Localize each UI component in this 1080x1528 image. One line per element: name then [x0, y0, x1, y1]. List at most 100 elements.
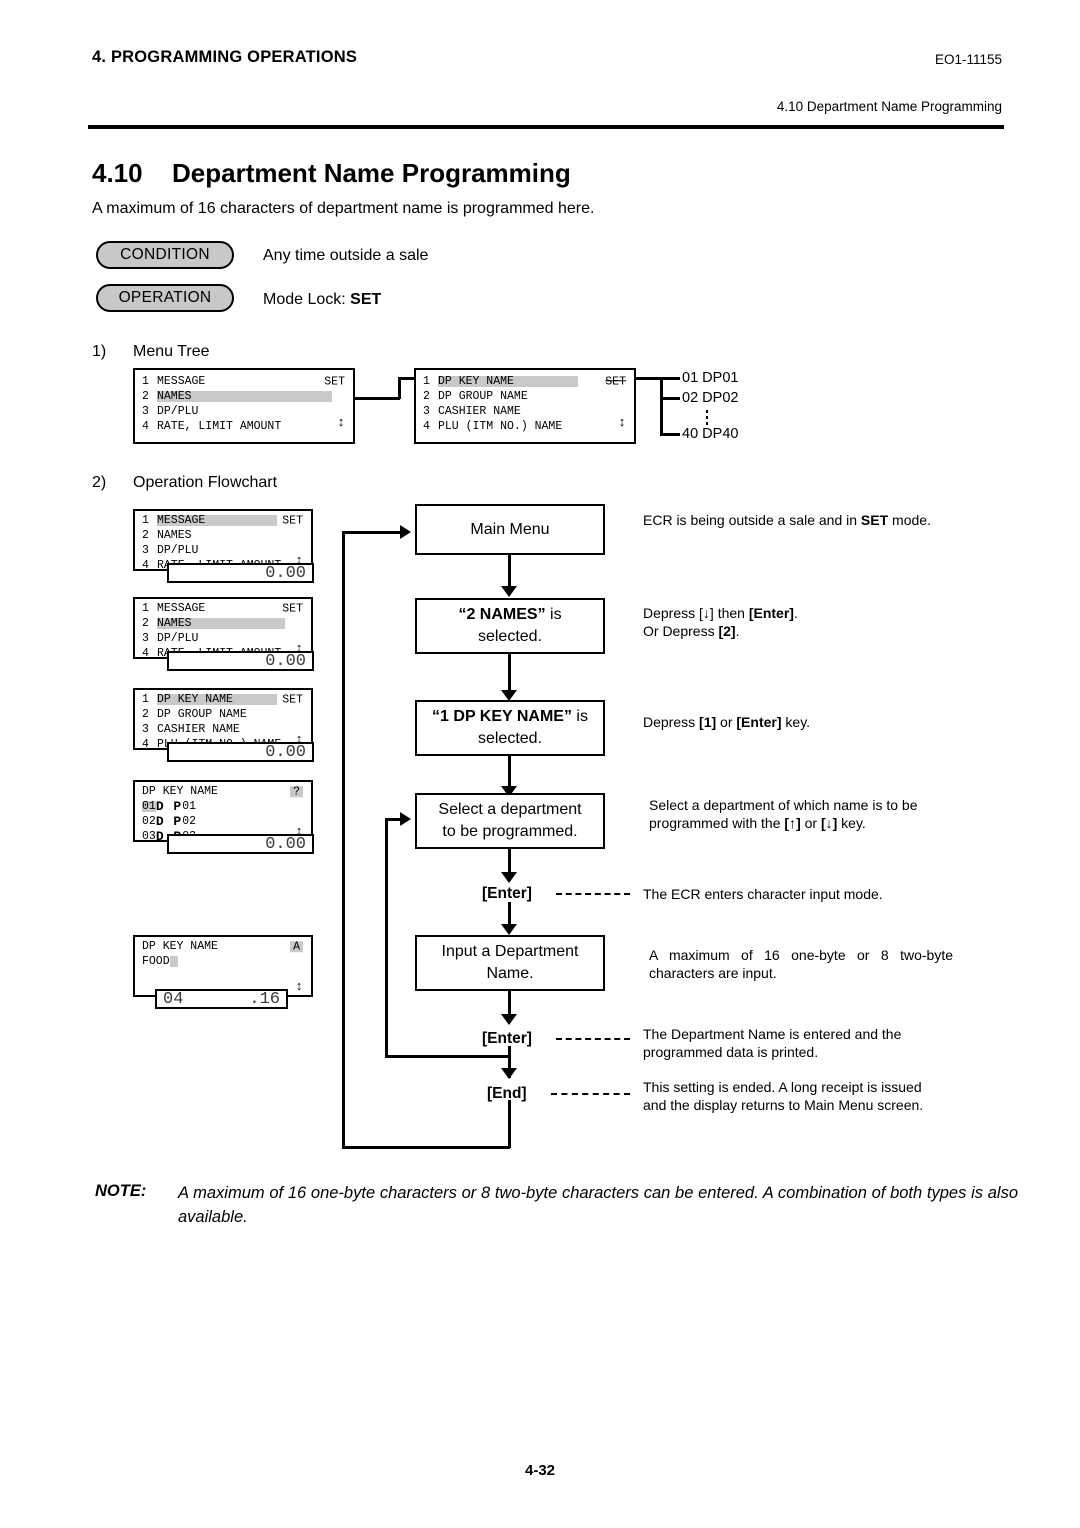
dept-name: DP40 [702, 426, 739, 442]
lcd-panel-character-input: DP KEY NAME A FOOD ↕ [133, 935, 313, 997]
lcd-valuebar: 0.00 [167, 742, 314, 762]
mode-indicator: SET [282, 601, 303, 615]
lcd-value: 0.00 [265, 651, 306, 671]
row-text: NAMES [157, 618, 285, 630]
row-text: DP/PLU [157, 543, 199, 557]
flow-loop-arrow [400, 525, 411, 539]
note-body: A maximum of 16 one-byte characters or 8… [178, 1184, 1018, 1226]
lcd-valuebar: 0.00 [167, 834, 314, 854]
flow-arrow [501, 1068, 517, 1079]
flow-box-label: Input a Department [441, 943, 579, 961]
lcd-row: DP KEY NAME ? [135, 784, 311, 799]
annotation-bold: [Enter] [748, 605, 794, 621]
scroll-updown-icon: ↕ [618, 415, 626, 430]
flow-box-label-rest: is [545, 606, 562, 624]
flow-box-label: Main Menu [470, 520, 550, 538]
row-text: MESSAGE [157, 601, 206, 615]
row-index: 2 [142, 528, 149, 542]
operation-mode: SET [350, 291, 382, 308]
menu-row: 2 DP GROUP NAME [416, 389, 634, 404]
input-mode-indicator: A [290, 941, 303, 953]
section-1-number: 1) [92, 343, 107, 360]
annotation-line: programmed data is printed. [643, 1044, 819, 1061]
row-index: 01 [142, 799, 156, 813]
flow-box-label-rest: is [571, 708, 588, 726]
row-index: 4 [142, 419, 149, 433]
flow-box-label: “2 NAMES” is [458, 604, 561, 626]
annotation-line: programmed with the [↑] or [↓] key. [649, 814, 1009, 832]
flow-callout-dash [551, 1093, 630, 1095]
row-index: 3 [142, 631, 149, 645]
lcd-panel-names-menu: 1 DP KEY NAME SET 2 DP GROUP NAME 3 CASH… [133, 688, 313, 750]
lcd-row: 1 MESSAGE SET [135, 601, 311, 616]
row-index: 3 [142, 722, 149, 736]
annotation-names: Depress [↓] then [Enter]. Or Depress [2]… [643, 604, 1003, 640]
menu-row: 1 MESSAGE SET [135, 374, 353, 389]
row-text: PLU (ITM NO.) NAME [438, 419, 563, 433]
flow-loop-outer [342, 1146, 510, 1149]
operation-badge: OPERATION [96, 284, 234, 312]
down-arrow-icon: ↓ [702, 605, 710, 621]
flow-box-label-bold: “1 DP KEY NAME” [432, 708, 572, 726]
row-dp-label: D P [155, 814, 183, 829]
up-arrow-key-icon: [↑] [784, 815, 801, 832]
row-text: CASHIER NAME [438, 404, 521, 418]
annotation-text: key. [837, 815, 866, 832]
flow-loop-inner [385, 818, 388, 1057]
flow-arrow [501, 586, 517, 597]
row-text: MESSAGE [157, 374, 206, 388]
flow-arrow [501, 872, 517, 883]
row-index: 3 [142, 543, 149, 557]
department-name-entry[interactable]: FOOD [142, 956, 170, 968]
tree-connector [355, 397, 400, 400]
annotation-text: programmed with the [649, 815, 785, 832]
condition-badge: CONDITION [96, 241, 234, 269]
lcd-row: 3 DP/PLU [135, 631, 311, 646]
row-text: DP/PLU [157, 404, 199, 418]
row-text: DP/PLU [157, 631, 199, 645]
tree-connector [660, 397, 680, 400]
menu-row: 4 PLU (ITM NO.) NAME ↕ [416, 415, 634, 434]
lcd-valuebar: 04 .16 [155, 989, 288, 1009]
tree-connector [398, 377, 401, 399]
annotation-text: Depress [ [643, 605, 703, 621]
mode-indicator: SET [605, 374, 626, 388]
header-document-code: EO1-11155 [934, 52, 1002, 67]
flow-arrow [501, 1014, 517, 1025]
annotation-line: Or Depress [2]. [643, 622, 1003, 640]
lcd-row: 1 DP KEY NAME SET [135, 692, 311, 707]
annotation-text: Or Depress [643, 623, 719, 640]
dept-name: DP02 [702, 390, 739, 406]
annotation-line: A maximum of 16 one-byte or 8 two-byte [649, 947, 953, 963]
dept-number: 01 [682, 370, 699, 386]
row-text: DP GROUP NAME [438, 389, 528, 403]
row-index: 02 [142, 814, 156, 828]
text-cursor [169, 956, 178, 967]
flow-key-enter-2: [Enter] [482, 1030, 532, 1047]
annotation-bold: [1] [699, 714, 717, 730]
lcd-valuebar: 0.00 [167, 563, 314, 583]
lcd-valuebar: 0.00 [167, 651, 314, 671]
flow-callout-dash [556, 893, 630, 895]
menu-row: 3 DP/PLU [135, 404, 353, 419]
annotation-text: or [716, 714, 737, 730]
header-running-head: 4.10 Department Name Programming [776, 99, 1002, 114]
flow-box-label-line2: selected. [477, 628, 543, 645]
header-chapter-title: 4. PROGRAMMING OPERATIONS [92, 48, 358, 66]
row-index: 1 [142, 601, 149, 615]
row-index: 2 [423, 389, 430, 403]
menu-row: 3 CASHIER NAME [416, 404, 634, 419]
annotation-text: . [793, 605, 798, 621]
annotation-bold: [2] [718, 623, 736, 640]
row-dp-number: 02 [182, 814, 197, 828]
flow-key-end: [End] [487, 1085, 527, 1102]
dept-entry: 40 DP40 [682, 426, 738, 442]
menu-tree-box-main: 1 MESSAGE SET 2 NAMES 3 DP/PLU 4 RATE, L… [133, 368, 355, 444]
annotation-text: mode. [888, 512, 931, 528]
tree-connector [660, 433, 680, 436]
lcd-title: DP KEY NAME [142, 784, 218, 798]
annotation-enter-char-mode: The ECR enters character input mode. [643, 886, 883, 902]
dept-number: 40 [682, 426, 699, 442]
row-text: RATE, LIMIT AMOUNT [157, 419, 282, 433]
row-index: 4 [423, 419, 430, 433]
